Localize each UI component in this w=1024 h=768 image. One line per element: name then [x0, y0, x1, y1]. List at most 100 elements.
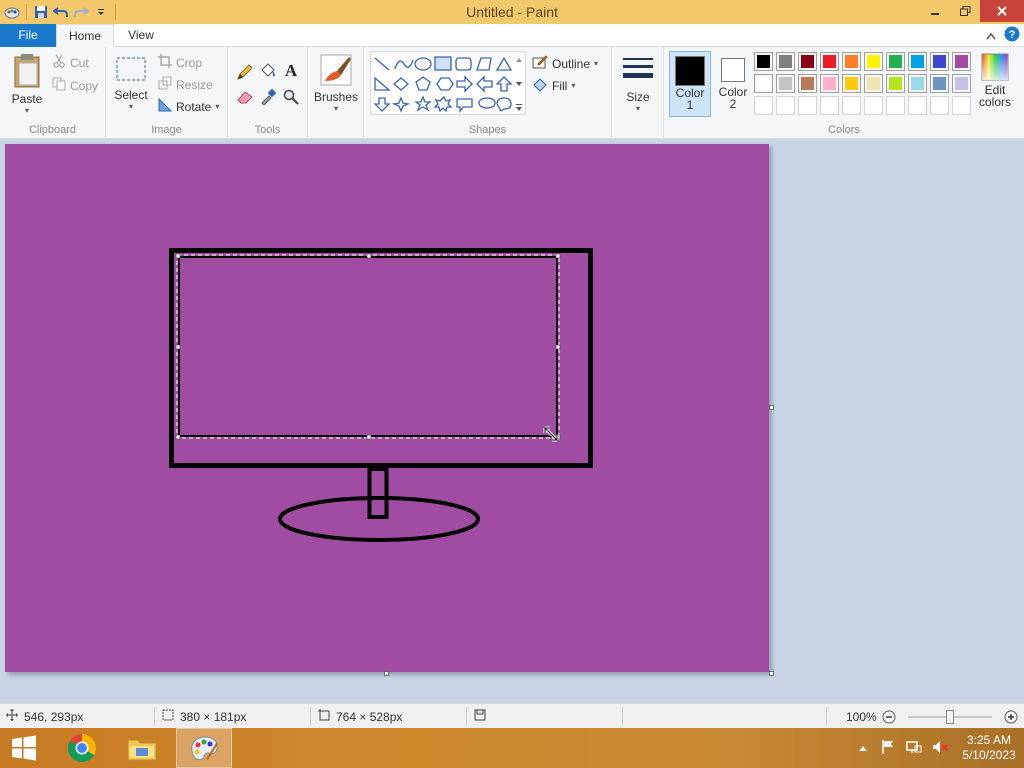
monitor-neck-shape[interactable]: [367, 467, 389, 519]
canvas-resize-handle-corner[interactable]: [769, 671, 774, 676]
fill-bucket-icon[interactable]: [259, 61, 277, 82]
color-swatch[interactable]: [754, 52, 773, 71]
fill-button[interactable]: Fill ▾: [532, 76, 575, 95]
edit-colors-button[interactable]: Edit colors: [974, 53, 1016, 108]
color-swatch[interactable]: [820, 52, 839, 71]
brushes-button[interactable]: Brushes ▾: [312, 53, 360, 113]
paint-app-icon[interactable]: [2, 2, 22, 22]
color-swatch[interactable]: [754, 74, 773, 93]
custom-color-slot[interactable]: [820, 96, 839, 115]
zoom-out-icon: [882, 710, 896, 723]
text-tool-icon[interactable]: A: [283, 61, 299, 82]
magnifier-icon[interactable]: [283, 89, 299, 108]
color-swatch-fill: [867, 77, 880, 90]
zoom-slider-thumb[interactable]: [946, 709, 954, 724]
tools-group-label: Tools: [254, 124, 281, 136]
copy-button[interactable]: Copy: [52, 77, 98, 94]
selected-rectangle-shape[interactable]: [178, 256, 558, 437]
undo-icon[interactable]: [51, 2, 71, 22]
tab-view[interactable]: View: [116, 24, 166, 48]
start-button[interactable]: [0, 728, 48, 768]
color-swatch[interactable]: [798, 74, 817, 93]
file-explorer-taskbar-button[interactable]: [114, 728, 170, 768]
taskbar-clock[interactable]: 3:25 AM 5/10/2023: [954, 733, 1024, 763]
custom-color-slot[interactable]: [842, 96, 861, 115]
custom-color-slot[interactable]: [798, 96, 817, 115]
size-button[interactable]: Size ▾: [618, 53, 658, 113]
crop-button[interactable]: Crop: [158, 54, 202, 71]
select-button[interactable]: Select ▾: [112, 55, 150, 111]
resize-button[interactable]: Resize: [158, 76, 213, 93]
color-swatch[interactable]: [930, 74, 949, 93]
custom-color-slot[interactable]: [754, 96, 773, 115]
color-swatch[interactable]: [886, 52, 905, 71]
tools-group: A Tools: [228, 47, 308, 139]
drawing[interactable]: [5, 144, 769, 672]
color-swatch[interactable]: [908, 52, 927, 71]
zoom-slider[interactable]: [908, 704, 994, 729]
customize-qat-icon[interactable]: [91, 2, 111, 22]
redo-icon[interactable]: [71, 2, 91, 22]
network-icon[interactable]: [906, 739, 922, 758]
cut-button[interactable]: Cut: [52, 54, 89, 71]
collapse-ribbon-icon[interactable]: [986, 29, 996, 43]
color-swatch[interactable]: [842, 52, 861, 71]
custom-color-slot[interactable]: [776, 96, 795, 115]
select-label: Select: [114, 88, 148, 102]
color-swatch[interactable]: [952, 74, 971, 93]
eraser-icon[interactable]: [236, 89, 254, 108]
shapes-gallery[interactable]: [370, 51, 526, 115]
color-swatch[interactable]: [930, 52, 949, 71]
shape-resize-handles[interactable]: [175, 253, 561, 440]
action-center-flag-icon[interactable]: [880, 739, 896, 758]
shapes-group-label: Shapes: [468, 124, 507, 136]
custom-color-slot[interactable]: [908, 96, 927, 115]
color-swatch-fill: [911, 55, 924, 68]
canvas-resize-handle-right[interactable]: [769, 405, 774, 410]
workspace[interactable]: [0, 139, 1024, 703]
canvas-resize-handle-bottom[interactable]: [384, 671, 389, 676]
rotate-button[interactable]: Rotate ▾: [158, 97, 219, 115]
custom-color-slot[interactable]: [930, 96, 949, 115]
outline-brush-icon: [532, 54, 548, 73]
tab-home[interactable]: Home: [56, 24, 114, 48]
outline-button[interactable]: Outline ▾: [532, 54, 598, 73]
color-swatch[interactable]: [842, 74, 861, 93]
volume-muted-icon[interactable]: [932, 739, 948, 758]
selection-size: 380 × 181px: [162, 704, 246, 729]
zoom-out-button[interactable]: [882, 704, 896, 729]
color-swatch[interactable]: [776, 52, 795, 71]
monitor-screen-shape[interactable]: [169, 248, 593, 468]
color-1-button[interactable]: Color 1: [669, 51, 711, 117]
color-swatch[interactable]: [776, 74, 795, 93]
color-swatch[interactable]: [864, 52, 883, 71]
color-swatch[interactable]: [908, 74, 927, 93]
chrome-taskbar-button[interactable]: [54, 728, 110, 768]
paste-button[interactable]: Paste ▾: [6, 53, 48, 115]
paint-taskbar-button[interactable]: [176, 728, 232, 768]
close-button[interactable]: [980, 0, 1024, 22]
size-group: Size ▾: [612, 47, 664, 139]
pencil-icon[interactable]: [236, 63, 254, 84]
custom-color-slot[interactable]: [952, 96, 971, 115]
save-icon[interactable]: [31, 2, 51, 22]
custom-color-slot[interactable]: [886, 96, 905, 115]
color-swatch[interactable]: [798, 52, 817, 71]
color-swatch[interactable]: [886, 74, 905, 93]
minimize-button[interactable]: [920, 0, 950, 22]
tab-file[interactable]: File: [0, 24, 56, 47]
zoom-in-button[interactable]: [1004, 704, 1018, 729]
quick-access-toolbar: [0, 0, 120, 24]
show-hidden-icons-icon[interactable]: [858, 741, 868, 755]
restore-button[interactable]: [950, 0, 980, 22]
custom-color-slot[interactable]: [864, 96, 883, 115]
color-picker-icon[interactable]: [260, 88, 277, 108]
color-swatch[interactable]: [952, 52, 971, 71]
color-swatch-fill: [867, 55, 880, 68]
color-swatch[interactable]: [820, 74, 839, 93]
color-2-button[interactable]: Color 2: [713, 51, 753, 117]
drawing-canvas[interactable]: [5, 144, 769, 672]
cursor-position: 546, 293px: [6, 704, 83, 729]
help-icon[interactable]: ?: [1004, 26, 1020, 45]
color-swatch[interactable]: [864, 74, 883, 93]
